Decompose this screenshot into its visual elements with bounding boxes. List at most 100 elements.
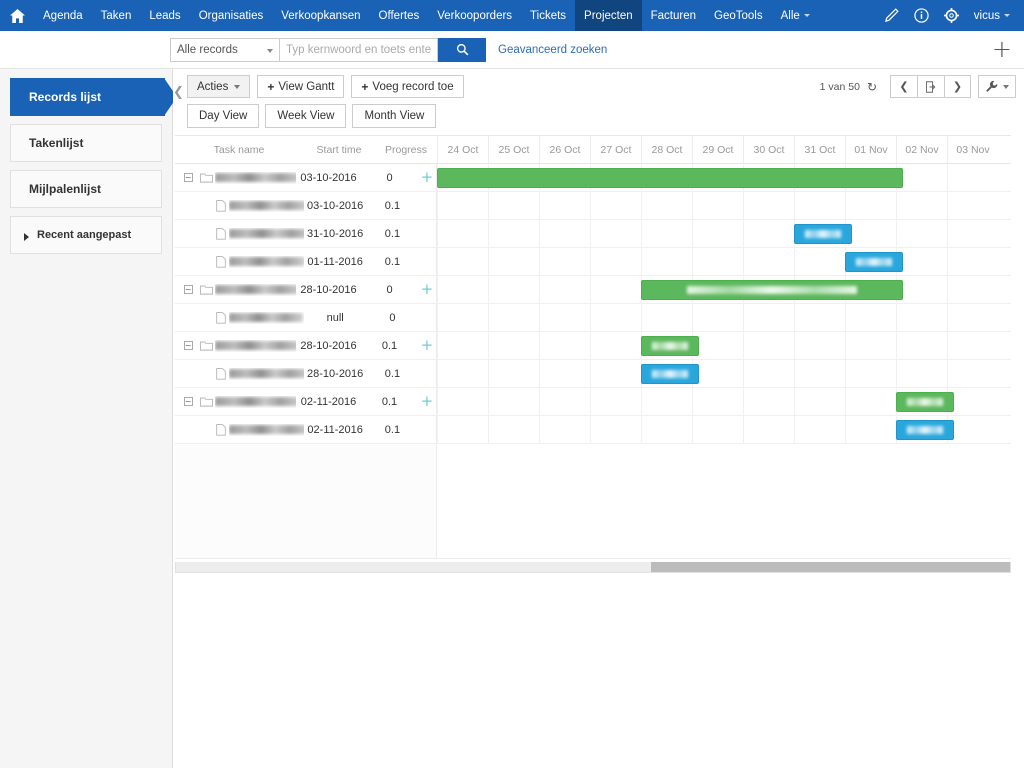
gantt-summary-bar[interactable] bbox=[437, 168, 903, 188]
gantt-cell bbox=[692, 220, 743, 247]
chevron-left-icon[interactable]: ❮ bbox=[890, 75, 917, 98]
gantt-cell bbox=[692, 248, 743, 275]
nav-item-tickets[interactable]: Tickets bbox=[521, 0, 575, 31]
global-search-bar: Alle records Geavanceerd zoeken + bbox=[0, 31, 1024, 69]
gantt-cell bbox=[437, 276, 488, 303]
horizontal-scrollbar[interactable] bbox=[175, 562, 1011, 573]
expand-triangle-icon[interactable] bbox=[24, 233, 29, 241]
task-name-cell bbox=[215, 340, 296, 352]
toolbar-right: 1 van 50 ↻ ❮ ❯ bbox=[820, 75, 1016, 98]
gantt-row[interactable]: 03-10-2016 0.1 bbox=[175, 192, 1011, 220]
gantt-row-track bbox=[437, 304, 1011, 331]
gantt-cell bbox=[947, 164, 998, 191]
add-subtask-icon[interactable]: + bbox=[418, 338, 436, 353]
gantt-row[interactable]: null 0 bbox=[175, 304, 1011, 332]
collapse-toggle-icon[interactable]: − bbox=[179, 397, 197, 406]
collapse-toggle-icon[interactable]: − bbox=[179, 341, 197, 350]
tab-week-view[interactable]: Week View bbox=[265, 104, 347, 128]
nav-item-verkoopkansen[interactable]: Verkoopkansen bbox=[272, 0, 369, 31]
add-subtask-icon[interactable]: + bbox=[418, 394, 436, 409]
nav-item-offertes[interactable]: Offertes bbox=[370, 0, 429, 31]
collapse-toggle-icon[interactable]: − bbox=[179, 285, 197, 294]
actions-dropdown[interactable]: Acties bbox=[187, 75, 251, 98]
search-button[interactable] bbox=[438, 37, 486, 62]
nav-item-verkooporders[interactable]: Verkooporders bbox=[428, 0, 521, 31]
redacted-task-name bbox=[229, 369, 305, 379]
sidebar-item-recent-aangepast[interactable]: Recent aangepast bbox=[10, 216, 162, 254]
gantt-row[interactable]: 28-10-2016 0.1 bbox=[175, 360, 1011, 388]
search-scope-select[interactable]: Alle records bbox=[170, 37, 280, 62]
gantt-task-bar[interactable] bbox=[896, 420, 954, 440]
minus-box-icon[interactable]: − bbox=[183, 285, 193, 294]
gantt-row[interactable]: 31-10-2016 0.1 bbox=[175, 220, 1011, 248]
gantt-row-left: − 03-10-2016 0 + bbox=[175, 164, 437, 191]
add-new-button[interactable]: + bbox=[992, 37, 1012, 61]
gantt-summary-bar[interactable] bbox=[641, 280, 903, 300]
add-record-button[interactable]: + Voeg record toe bbox=[351, 75, 464, 98]
gantt-task-bar[interactable] bbox=[641, 364, 699, 384]
sidebar-item-mijlpalenlijst[interactable]: Mijlpalenlijst bbox=[10, 170, 162, 208]
minus-box-icon[interactable]: − bbox=[183, 397, 193, 406]
sidebar-item-takenlijst[interactable]: Takenlijst bbox=[10, 124, 162, 162]
minus-box-icon[interactable]: − bbox=[183, 341, 193, 350]
redacted-bar-label bbox=[687, 286, 857, 294]
refresh-icon[interactable]: ↻ bbox=[867, 80, 877, 94]
gantt-row[interactable]: 02-11-2016 0.1 bbox=[175, 416, 1011, 444]
collapse-toggle-icon[interactable]: − bbox=[179, 173, 197, 182]
gantt-cell bbox=[590, 192, 641, 219]
main-content: ❮ Acties + View Gantt + Voeg record toe … bbox=[173, 69, 1024, 768]
view-gantt-button[interactable]: + View Gantt bbox=[257, 75, 345, 98]
gantt-task-bar[interactable] bbox=[794, 224, 852, 244]
gantt-cell bbox=[743, 332, 794, 359]
tab-day-view[interactable]: Day View bbox=[187, 104, 260, 128]
scrollbar-thumb[interactable] bbox=[651, 562, 1010, 572]
home-icon[interactable] bbox=[0, 0, 34, 31]
gantt-cell bbox=[692, 388, 743, 415]
nav-item-geotools[interactable]: GeoTools bbox=[705, 0, 772, 31]
task-name-cell bbox=[215, 396, 296, 408]
info-icon[interactable] bbox=[908, 0, 936, 31]
page-body: Records lijst Takenlijst Mijlpalenlijst Rec… bbox=[0, 69, 1024, 768]
nav-item-label: GeoTools bbox=[714, 9, 763, 22]
user-menu[interactable]: vicus bbox=[968, 10, 1016, 22]
gantt-row[interactable]: − 02-11-2016 0.1 + bbox=[175, 388, 1011, 416]
nav-item-organisaties[interactable]: Organisaties bbox=[190, 0, 273, 31]
gantt-cell bbox=[488, 360, 539, 387]
tab-month-view[interactable]: Month View bbox=[352, 104, 437, 128]
nav-item-projecten[interactable]: Projecten bbox=[575, 0, 642, 31]
gantt-row[interactable]: − 28-10-2016 0 + bbox=[175, 276, 1011, 304]
chevron-right-icon[interactable]: ❯ bbox=[944, 75, 971, 98]
progress-cell: 0 bbox=[386, 171, 393, 184]
nav-item-taken[interactable]: Taken bbox=[92, 0, 141, 31]
gantt-task-bar[interactable] bbox=[845, 252, 903, 272]
gear-icon[interactable] bbox=[938, 0, 966, 31]
nav-item-leads[interactable]: Leads bbox=[140, 0, 189, 31]
progress-cell: 0.1 bbox=[384, 227, 401, 240]
gantt-row[interactable]: − 28-10-2016 0.1 + bbox=[175, 332, 1011, 360]
pencil-icon[interactable] bbox=[878, 0, 906, 31]
search-input[interactable] bbox=[280, 37, 438, 62]
gantt-summary-bar[interactable] bbox=[641, 336, 699, 356]
sidebar-item-label: Recent aangepast bbox=[37, 229, 132, 241]
sidebar-item-records-lijst[interactable]: Records lijst bbox=[10, 78, 177, 116]
advanced-search-link[interactable]: Geavanceerd zoeken bbox=[498, 44, 607, 56]
task-name-cell bbox=[229, 256, 305, 268]
export-icon[interactable] bbox=[917, 75, 944, 98]
gantt-row[interactable]: − 03-10-2016 0 + bbox=[175, 164, 1011, 192]
gantt-cell bbox=[794, 192, 845, 219]
gantt-cell bbox=[539, 192, 590, 219]
settings-wrench-button[interactable] bbox=[978, 75, 1016, 98]
minus-box-icon[interactable]: − bbox=[183, 173, 193, 182]
gantt-cell bbox=[488, 248, 539, 275]
nav-item-alle[interactable]: Alle bbox=[772, 0, 819, 31]
add-subtask-icon[interactable]: + bbox=[418, 282, 436, 297]
redacted-task-name bbox=[215, 341, 296, 351]
nav-item-facturen[interactable]: Facturen bbox=[642, 0, 705, 31]
gantt-row[interactable]: 01-11-2016 0.1 bbox=[175, 248, 1011, 276]
add-subtask-icon[interactable]: + bbox=[418, 170, 436, 185]
gantt-cell bbox=[743, 304, 794, 331]
gantt-cell bbox=[896, 248, 947, 275]
gantt-summary-bar[interactable] bbox=[896, 392, 954, 412]
nav-item-agenda[interactable]: Agenda bbox=[34, 0, 92, 31]
redacted-task-name bbox=[229, 229, 305, 239]
